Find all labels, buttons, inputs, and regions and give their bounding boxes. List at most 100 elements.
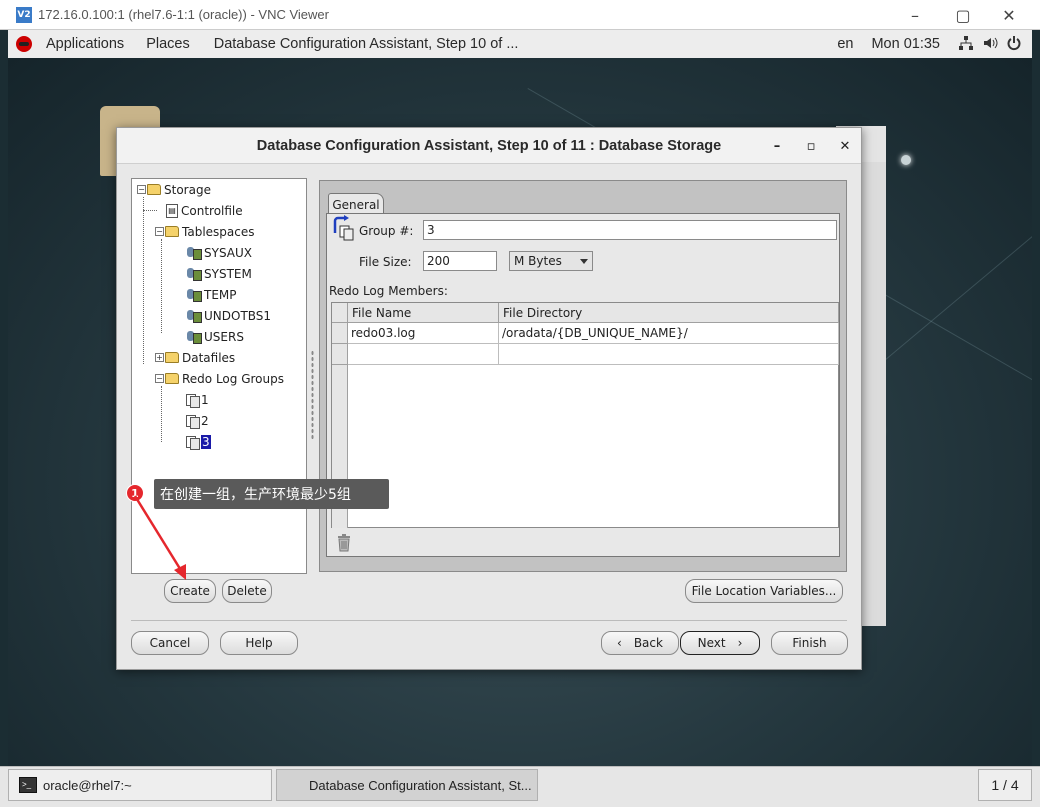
collapse-icon[interactable]: −: [155, 227, 164, 236]
column-header-file-directory[interactable]: File Directory: [499, 303, 839, 323]
group-number-field[interactable]: 3: [423, 220, 837, 240]
tree-label: SYSTEM: [204, 266, 252, 281]
tree-label: Datafiles: [182, 350, 236, 365]
chevron-down-icon: [580, 259, 588, 264]
tree-item-datafiles[interactable]: + Datafiles: [155, 347, 235, 368]
power-icon[interactable]: [1006, 35, 1022, 54]
vnc-window-title: 172.16.0.100:1 (rhel7.6-1:1 (oracle)) - …: [38, 7, 329, 22]
places-menu[interactable]: Places: [146, 36, 190, 52]
tree-item-tablespaces[interactable]: − Tablespaces: [155, 221, 255, 242]
tree-item-redo-log-groups[interactable]: − Redo Log Groups: [155, 368, 284, 389]
dialog-close-icon[interactable]: ✕: [835, 136, 855, 156]
taskbar-label: Database Configuration Assistant, St...: [309, 777, 532, 793]
redo-log-members-table: File Name File Directory redo03.log /ora…: [331, 302, 839, 528]
language-indicator[interactable]: en: [837, 36, 853, 52]
volume-icon[interactable]: [982, 35, 998, 54]
tree-item-controlfile[interactable]: ▤ Controlfile: [166, 200, 243, 221]
trash-icon[interactable]: [337, 534, 351, 552]
tree-label: Controlfile: [181, 203, 243, 218]
dialog-title: Database Configuration Assistant, Step 1…: [256, 137, 722, 154]
dialog-minimize-icon[interactable]: –: [767, 136, 787, 156]
collapse-icon[interactable]: −: [155, 374, 164, 383]
delete-button[interactable]: Delete: [222, 579, 272, 603]
taskbar-label: oracle@rhel7:~: [43, 777, 132, 793]
expand-icon[interactable]: +: [155, 353, 164, 362]
tab-general[interactable]: General: [328, 193, 384, 215]
folder-icon: [147, 184, 161, 195]
size-unit-select[interactable]: M Bytes: [509, 251, 593, 271]
network-icon[interactable]: [958, 35, 974, 54]
active-window-menu[interactable]: Database Configuration Assistant, Step 1…: [214, 36, 519, 52]
tablespace-icon: [186, 308, 202, 323]
tree-item-redo-group[interactable]: 2: [186, 410, 209, 431]
tree-item-tablespace[interactable]: TEMP: [186, 284, 237, 305]
table-cell-file-name[interactable]: [348, 344, 499, 365]
gnome-top-bar: Applications Places Database Configurati…: [8, 30, 1032, 58]
tablespace-icon: [186, 245, 202, 260]
applications-menu[interactable]: Applications: [46, 36, 124, 52]
tablespace-icon: [186, 266, 202, 281]
finish-button[interactable]: Finish: [771, 631, 848, 655]
tree-item-tablespace[interactable]: SYSTEM: [186, 263, 252, 284]
redo-log-icon: [186, 435, 200, 450]
decor-dot: [901, 155, 911, 165]
back-button[interactable]: ‹ Back: [601, 631, 679, 655]
tree-label: Redo Log Groups: [182, 371, 284, 386]
folder-icon: [165, 226, 179, 237]
column-header-file-name[interactable]: File Name: [348, 303, 499, 323]
next-label: Next: [697, 636, 726, 650]
redhat-icon: [16, 36, 32, 52]
redo-log-members-label: Redo Log Members:: [329, 284, 448, 298]
tree-item-redo-group[interactable]: 1: [186, 389, 209, 410]
help-button[interactable]: Help: [220, 631, 298, 655]
tree-label: Storage: [164, 182, 211, 197]
divider: [131, 620, 847, 621]
row-header[interactable]: [332, 344, 348, 365]
terminal-icon: >_: [19, 777, 37, 793]
splitter-handle[interactable]: [311, 350, 314, 440]
tree-label: 3: [201, 434, 211, 449]
tree-item-redo-group-selected[interactable]: 3: [186, 431, 211, 452]
tablespace-icon: [186, 329, 202, 344]
file-location-variables-button[interactable]: File Location Variables...: [685, 579, 843, 603]
table-cell-file-directory[interactable]: [499, 344, 839, 365]
general-tab-content: Group #: 3 File Size: 200 M Bytes Redo L…: [326, 213, 840, 557]
vnc-logo-icon: V2: [16, 6, 32, 23]
tree-label: UNDOTBS1: [204, 308, 272, 323]
table-cell-file-name[interactable]: redo03.log: [348, 323, 499, 344]
redo-group-icon: [333, 215, 354, 241]
workspace-pager[interactable]: 1 / 4: [978, 769, 1032, 801]
minimize-icon[interactable]: –: [900, 4, 930, 26]
clock[interactable]: Mon 01:35: [871, 36, 940, 52]
tree-item-storage[interactable]: − Storage: [137, 179, 211, 200]
dbca-dialog: Database Configuration Assistant, Step 1…: [116, 127, 862, 670]
tree-label: Tablespaces: [182, 224, 255, 239]
collapse-icon[interactable]: −: [137, 185, 146, 194]
dialog-maximize-icon[interactable]: ▫: [801, 136, 821, 156]
taskbar-item-terminal[interactable]: >_ oracle@rhel7:~: [8, 769, 272, 801]
taskbar-item-dbca[interactable]: Database Configuration Assistant, St...: [276, 769, 538, 801]
tree-label: 1: [201, 392, 209, 407]
file-size-field[interactable]: 200: [423, 251, 497, 271]
group-number-label: Group #:: [359, 224, 414, 238]
maximize-icon[interactable]: ▢: [948, 4, 978, 26]
annotation-arrow: [133, 495, 186, 580]
folder-icon: [165, 373, 179, 384]
properties-panel: General Group #: 3 File Size: 200 M Byte…: [319, 180, 847, 572]
next-button[interactable]: Next ›: [680, 631, 760, 655]
table-cell-file-directory[interactable]: /oradata/{DB_UNIQUE_NAME}/: [499, 323, 839, 344]
cancel-button[interactable]: Cancel: [131, 631, 209, 655]
redo-log-icon: [186, 414, 200, 429]
chevron-left-icon: ‹: [617, 636, 622, 650]
tree-item-tablespace[interactable]: USERS: [186, 326, 244, 347]
row-header[interactable]: [332, 323, 348, 344]
tree-label: 2: [201, 413, 209, 428]
dialog-titlebar: Database Configuration Assistant, Step 1…: [117, 128, 861, 164]
close-icon[interactable]: ✕: [994, 4, 1024, 26]
tree-label: USERS: [204, 329, 244, 344]
tree-item-tablespace[interactable]: SYSAUX: [186, 242, 252, 263]
controlfile-icon: ▤: [166, 203, 178, 218]
tree-item-tablespace[interactable]: UNDOTBS1: [186, 305, 271, 326]
tree-label: TEMP: [204, 287, 237, 302]
folder-icon: [165, 352, 179, 363]
